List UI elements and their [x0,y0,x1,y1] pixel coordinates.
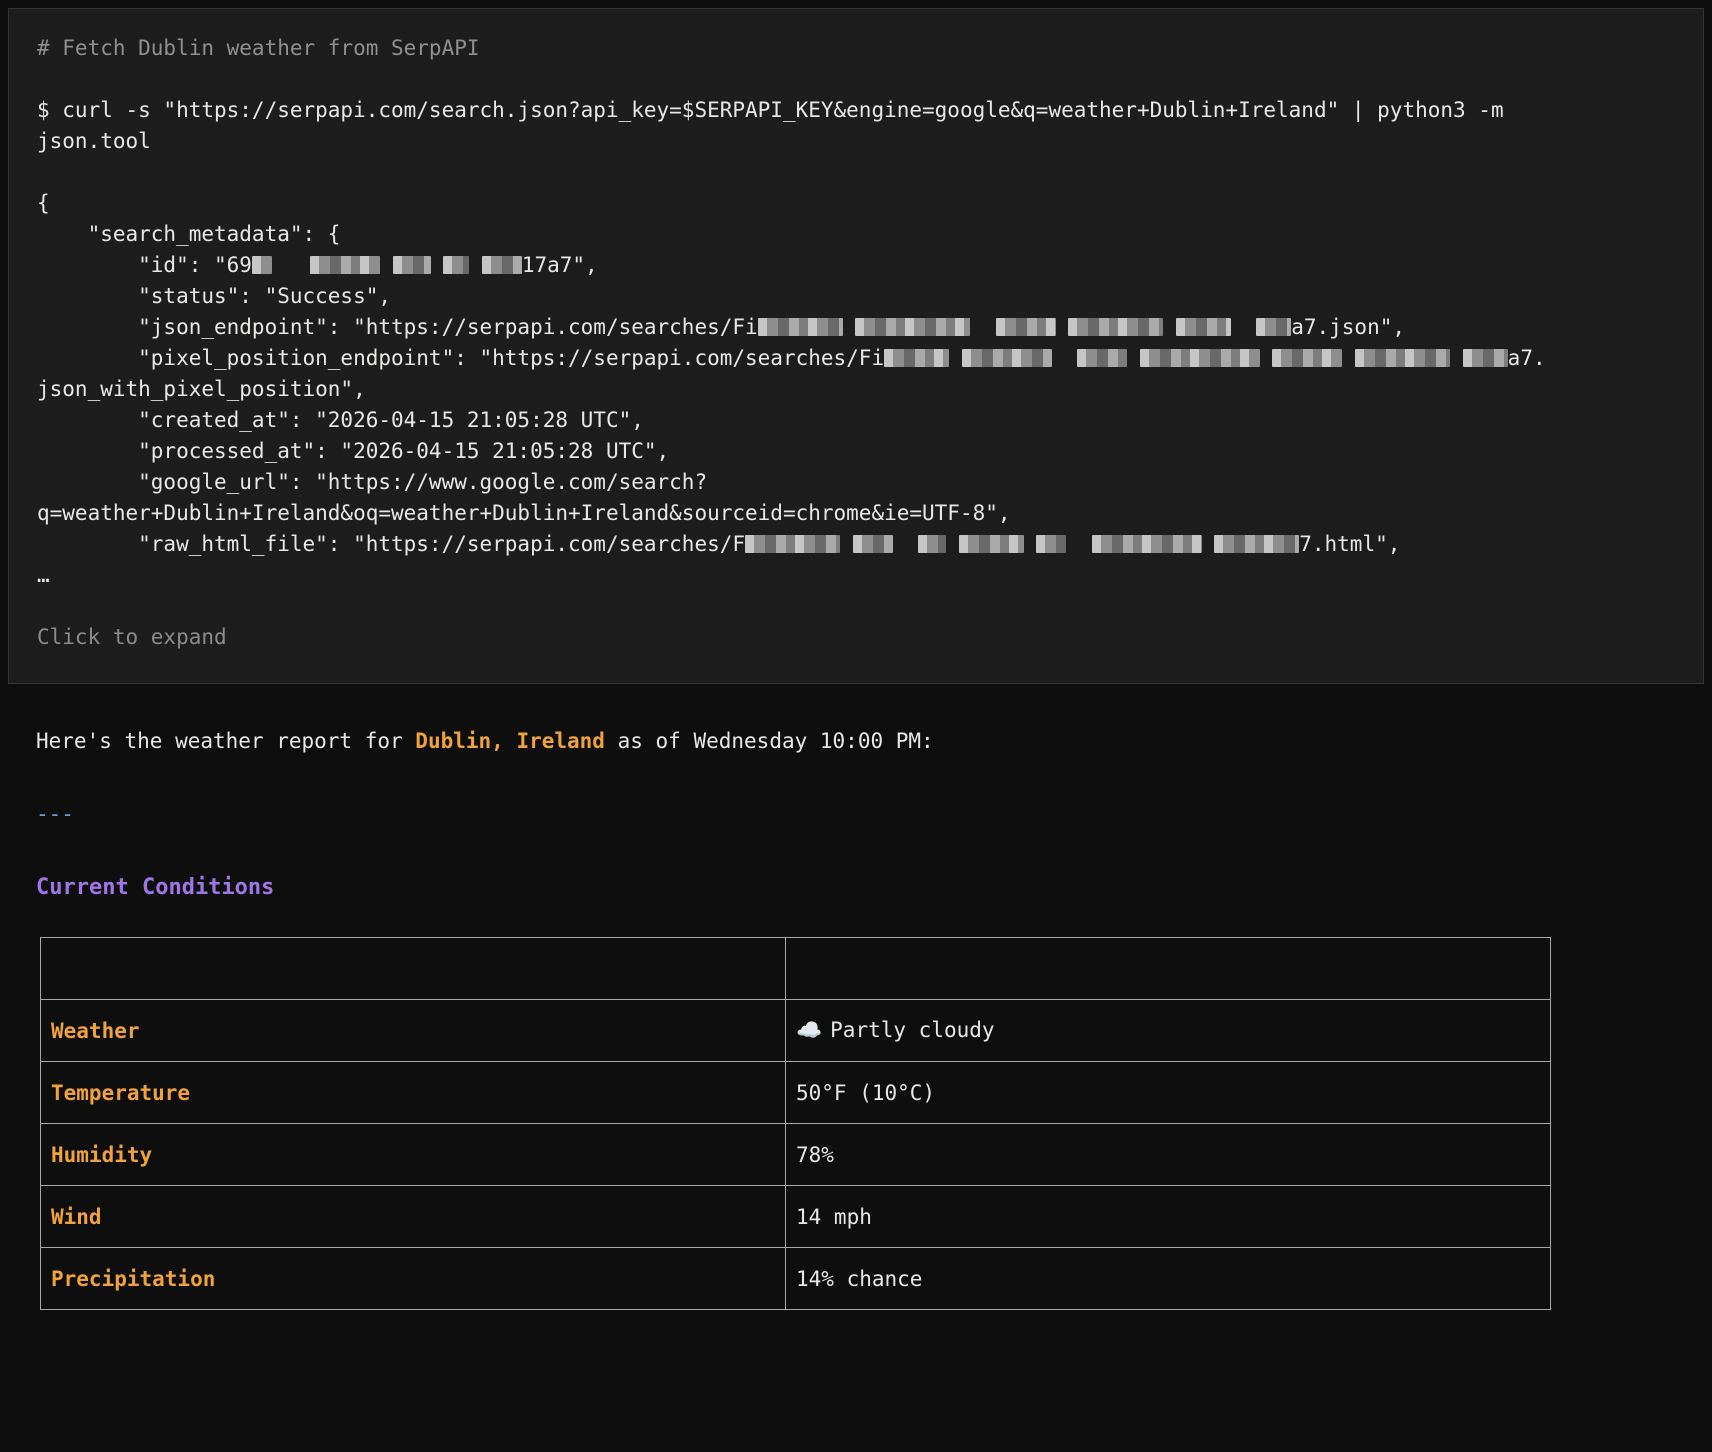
redacted-text [392,256,431,274]
redacted-text [1036,535,1067,553]
redacted-text [1175,318,1231,336]
redacted-text [757,318,843,336]
table-row: Weather ☁️ Partly cloudy [40,999,1551,1062]
terminal-line: "created_at": "2026-04-15 21:05:28 UTC", [37,408,644,432]
terminal-line: "raw_html_file": "https://serpapi.com/se… [37,532,1401,556]
redacted-text [1068,318,1164,336]
location-highlight: Dublin, Ireland [415,729,605,753]
table-row: Humidity 78% [40,1123,1551,1186]
redacted-text [745,535,841,553]
cloud-icon: ☁️ [796,1018,823,1042]
redacted-text [481,256,522,274]
row-value-temperature: 50°F (10°C) [785,1061,1551,1124]
redacted-text [1139,349,1260,367]
redacted-text [443,256,470,274]
weather-value-text: Partly cloudy [830,1018,995,1042]
terminal-line: json_with_pixel_position", [37,377,366,401]
redacted-text [1077,349,1128,367]
redacted-text [958,535,1024,553]
intro-suffix: as of Wednesday 10:00 PM: [604,729,934,753]
terminal-line: q=weather+Dublin+Ireland&oq=weather+Dubl… [37,501,1011,525]
code-output-block[interactable]: # Fetch Dublin weather from SerpAPI $ cur… [8,8,1704,684]
row-value-wind: 14 mph [785,1185,1551,1248]
redacted-text [251,256,272,274]
row-label-precipitation: Precipitation [40,1247,786,1310]
terminal-output: # Fetch Dublin weather from SerpAPI $ cur… [37,33,1675,591]
redacted-text [855,318,971,336]
row-value-humidity: 78% [785,1123,1551,1186]
conditions-table: Weather ☁️ Partly cloudy Temperature 50°F… [40,937,1551,1310]
terminal-line: { [37,191,50,215]
redacted-text [1214,535,1300,553]
redacted-text [1272,349,1343,367]
redacted-text [852,535,893,553]
table-row: Wind 14 mph [40,1185,1551,1248]
redacted-text [961,349,1052,367]
redacted-text [1256,318,1292,336]
redacted-text [995,318,1056,336]
table-header-cell [785,937,1551,1000]
redacted-text [917,535,946,553]
terminal-line: "processed_at": "2026-04-15 21:05:28 UTC… [37,439,670,463]
row-label-wind: Wind [40,1185,786,1248]
redacted-text [1462,349,1508,367]
section-title: Current Conditions [36,875,275,900]
terminal-line: "search_metadata": { [37,222,341,246]
terminal-line: "json_endpoint": "https://serpapi.com/se… [37,315,1406,339]
row-value-weather: ☁️ Partly cloudy [785,999,1551,1062]
markdown-divider: --- [36,802,74,826]
report-intro: Here's the weather report for Dublin, Ir… [36,726,1676,757]
intro-prefix: Here's the weather report for [36,729,416,753]
terminal-line: "id": "69 17a7", [37,253,598,277]
redacted-text [1091,535,1202,553]
terminal-line: json.tool [37,129,151,153]
table-header-cell [40,937,786,1000]
terminal-line: # Fetch Dublin weather from SerpAPI [37,36,480,60]
terminal-line: $ curl -s "https://serpapi.com/search.js… [37,98,1504,122]
weather-report-section: Here's the weather report for Dublin, Ir… [0,684,1712,1310]
redacted-text [1355,349,1451,367]
row-label-weather: Weather [40,999,786,1062]
redacted-text [309,256,380,274]
redacted-text [884,349,950,367]
terminal-line: "pixel_position_endpoint": "https://serp… [37,346,1546,370]
row-value-precipitation: 14% chance [785,1247,1551,1310]
terminal-line: "google_url": "https://www.google.com/se… [37,470,708,494]
row-label-humidity: Humidity [40,1123,786,1186]
table-header-row [40,937,1551,1000]
expand-hint[interactable]: Click to expand [37,622,1675,653]
row-label-temperature: Temperature [40,1061,786,1124]
table-row: Temperature 50°F (10°C) [40,1061,1551,1124]
terminal-line: … [37,563,50,587]
terminal-line: "status": "Success", [37,284,392,308]
table-row: Precipitation 14% chance [40,1247,1551,1310]
